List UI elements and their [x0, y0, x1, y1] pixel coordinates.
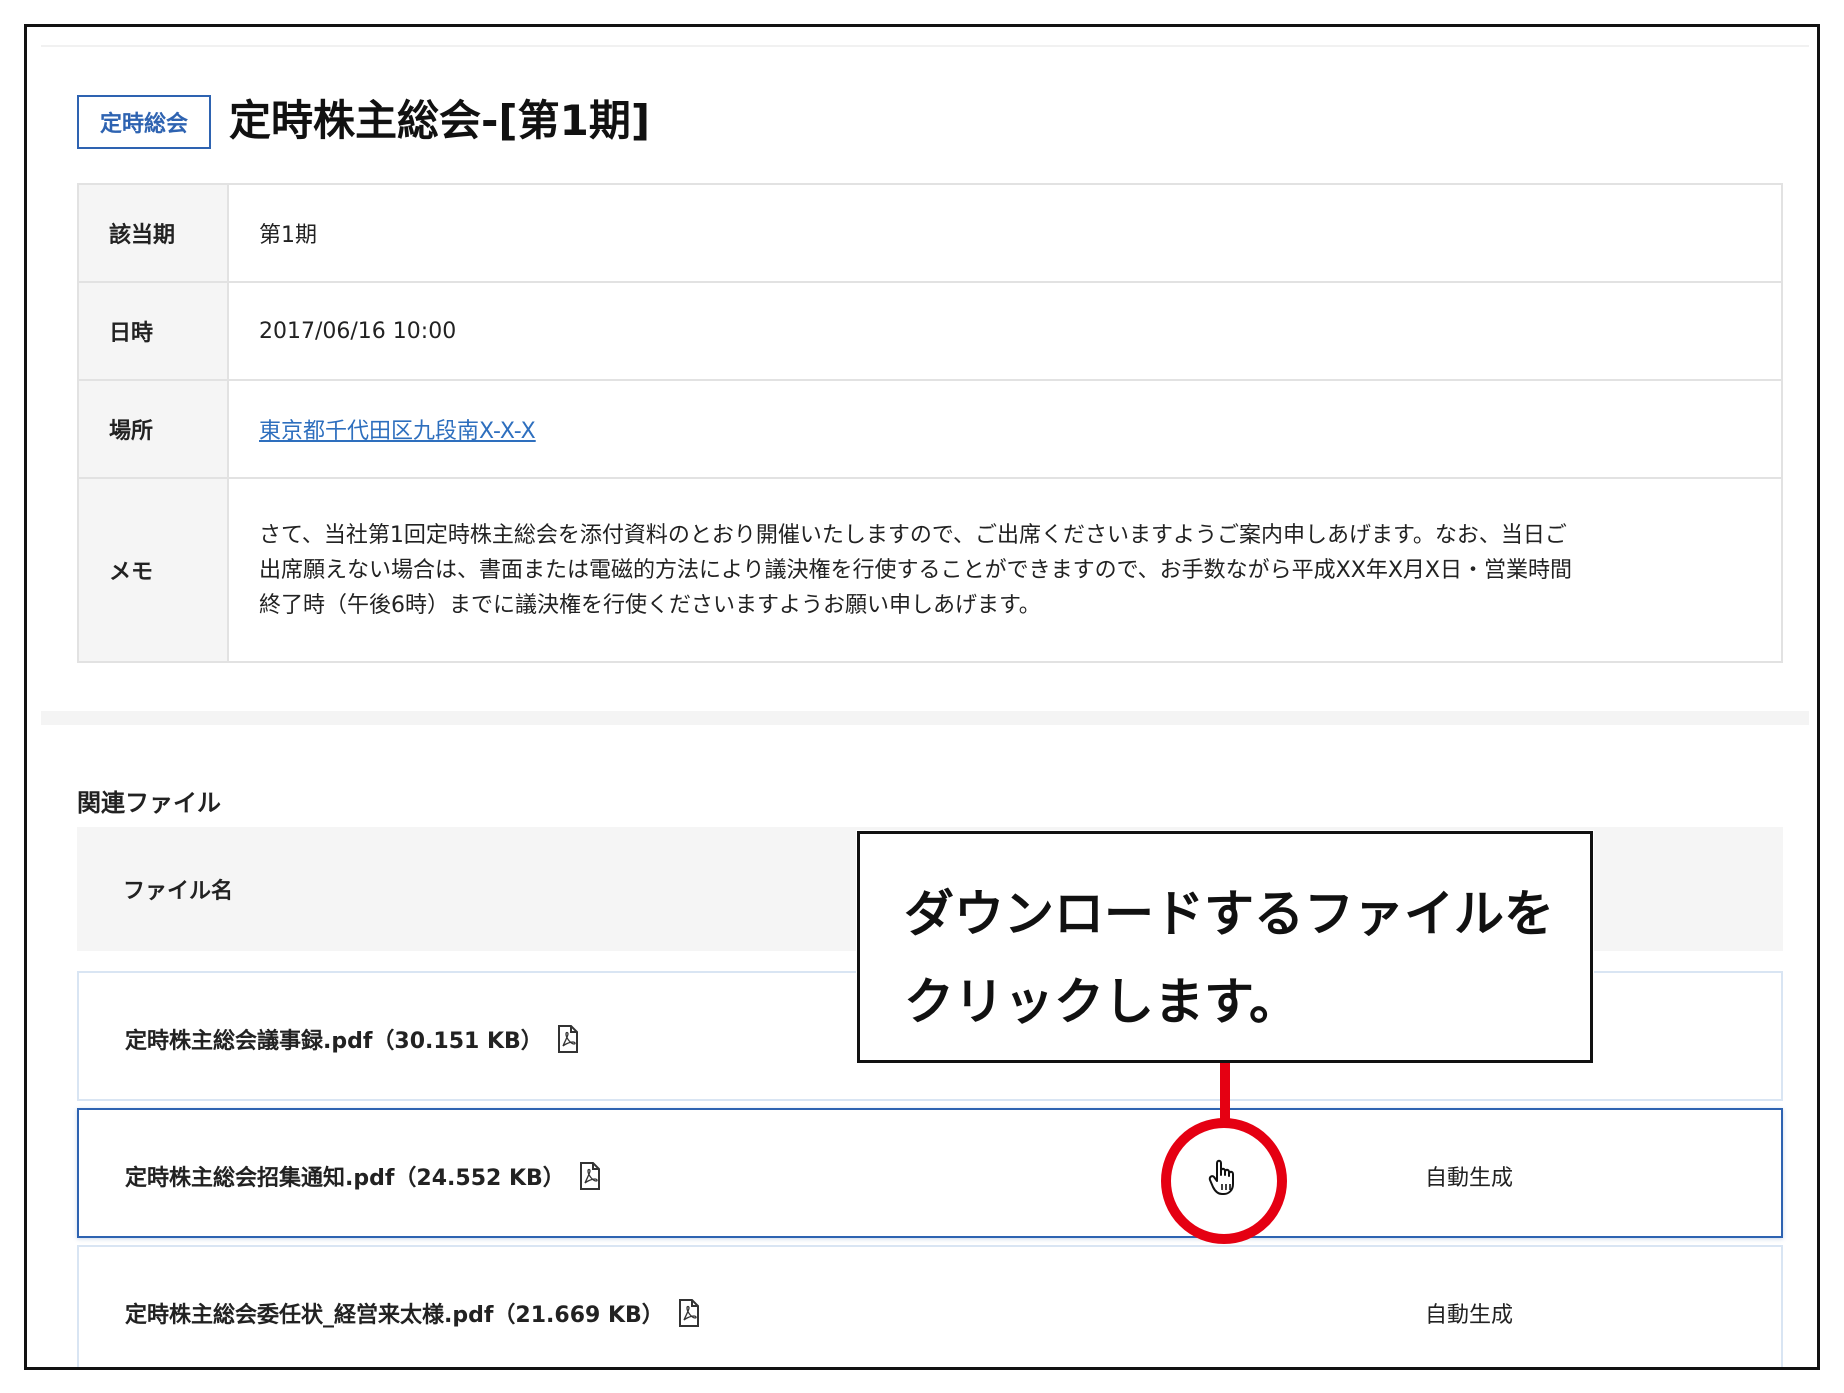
related-files-heading: 関連ファイル	[77, 789, 221, 817]
page-title: 定時株主総会-[第1期]	[229, 96, 651, 145]
file-status: 自動生成	[1425, 1166, 1514, 1191]
file-name: 定時株主総会招集通知.pdf（24.552 KB）	[125, 1166, 565, 1191]
file-row[interactable]: 定時株主総会委任状_経営来太様.pdf（21.669 KB） 自動生成	[77, 1245, 1783, 1367]
file-status: 自動生成	[1425, 1303, 1514, 1328]
memo-line: さて、当社第1回定時株主総会を添付資料のとおり開催いたしますので、ご出席ください…	[259, 522, 1567, 548]
section-divider	[41, 711, 1809, 725]
detail-row-period: 該当期 第1期	[77, 183, 1783, 283]
datetime-value: 2017/06/16 10:00	[227, 281, 1783, 381]
callout-pointer-line	[1220, 1063, 1230, 1121]
file-link[interactable]: 定時株主総会議事録.pdf（30.151 KB）	[125, 1023, 579, 1059]
file-link[interactable]: 定時株主総会委任状_経営来太様.pdf（21.669 KB）	[125, 1297, 700, 1333]
memo-label: メモ	[77, 477, 229, 663]
file-name: 定時株主総会委任状_経営来太様.pdf（21.669 KB）	[125, 1303, 664, 1328]
period-value: 第1期	[227, 183, 1783, 283]
instruction-callout: ダウンロードするファイルを クリックします。	[857, 831, 1593, 1063]
datetime-label: 日時	[77, 281, 229, 381]
callout-line: クリックします。	[904, 973, 1299, 1031]
pdf-icon	[557, 1025, 579, 1059]
callout-line: ダウンロードするファイルを	[904, 885, 1554, 943]
detail-row-datetime: 日時 2017/06/16 10:00	[77, 281, 1783, 381]
detail-row-memo: メモ さて、当社第1回定時株主総会を添付資料のとおり開催いたしますので、ご出席く…	[77, 477, 1783, 663]
memo-line: 終了時（午後6時）までに議決権を行使くださいますようお願い申しあげます。	[259, 592, 1041, 618]
detail-row-place: 場所 東京都千代田区九段南X-X-X	[77, 379, 1783, 479]
hand-cursor-icon	[1207, 1157, 1241, 1201]
file-name: 定時株主総会議事録.pdf（30.151 KB）	[125, 1029, 543, 1054]
memo-text: さて、当社第1回定時株主総会を添付資料のとおり開催いたしますので、ご出席ください…	[259, 518, 1751, 623]
memo-line: 出席願えない場合は、書面または電磁的方法により議決権を行使することができますので…	[259, 557, 1572, 583]
meeting-type-badge: 定時総会	[77, 95, 211, 149]
place-cell: 東京都千代田区九段南X-X-X	[227, 379, 1783, 479]
file-link[interactable]: 定時株主総会招集通知.pdf（24.552 KB）	[125, 1160, 601, 1196]
screenshot-frame: 定時総会 定時株主総会-[第1期] 該当期 第1期 日時 2017/06/16 …	[24, 24, 1820, 1370]
place-link[interactable]: 東京都千代田区九段南X-X-X	[259, 419, 536, 444]
meeting-details-table: 該当期 第1期 日時 2017/06/16 10:00 場所 東京都千代田区九段…	[77, 183, 1783, 663]
pdf-icon	[678, 1299, 700, 1333]
place-label: 場所	[77, 379, 229, 479]
pdf-icon	[579, 1162, 601, 1196]
period-label: 該当期	[77, 183, 229, 283]
memo-cell: さて、当社第1回定時株主総会を添付資料のとおり開催いたしますので、ご出席ください…	[227, 477, 1783, 663]
file-row-selected[interactable]: 定時株主総会招集通知.pdf（24.552 KB） 自動生成	[77, 1108, 1783, 1238]
column-header-filename: ファイル名	[123, 879, 234, 904]
